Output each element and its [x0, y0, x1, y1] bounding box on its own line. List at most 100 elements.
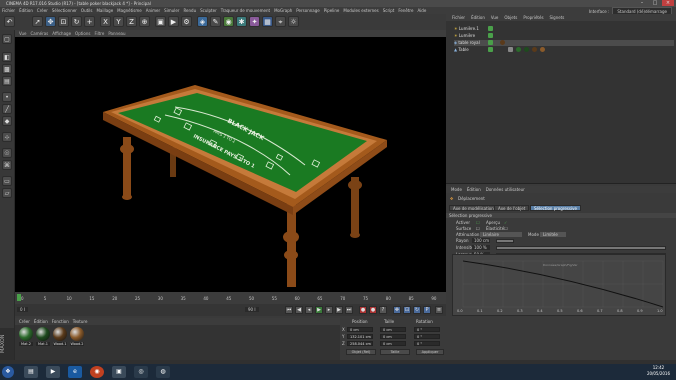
size-x-field[interactable]: 0 cm [380, 327, 406, 332]
visibility-icon[interactable] [488, 47, 493, 52]
key-param-icon[interactable]: P [423, 306, 431, 314]
object-menu-item[interactable]: Signets [550, 14, 565, 21]
array-icon[interactable]: ✱ [236, 16, 247, 27]
prev-frame-icon[interactable]: ◂ [305, 306, 313, 314]
end-frame-field[interactable]: 90 I [245, 307, 259, 312]
next-key-icon[interactable]: ▶ [335, 306, 343, 314]
material-swatch[interactable]: Mat.1 [36, 327, 50, 346]
media-player-icon[interactable]: ▶ [46, 366, 60, 378]
position-z-field[interactable]: 258.044 cm [347, 341, 373, 346]
prev-key-icon[interactable]: ◀ [295, 306, 303, 314]
object-menu-item[interactable]: Édition [471, 14, 485, 21]
menu-item[interactable]: Animer [146, 7, 160, 14]
viewport-menu-item[interactable]: Vue [19, 30, 26, 37]
visibility-icon[interactable] [488, 26, 493, 31]
material-menu-item[interactable]: Créer [19, 318, 30, 325]
key-rotation-icon[interactable]: ↻ [413, 306, 421, 314]
menu-item[interactable]: Édition [19, 7, 33, 14]
object-menu-item[interactable]: Vue [491, 14, 498, 21]
attribute-menu-item[interactable]: Données utilisateur [486, 186, 525, 193]
menu-item[interactable]: Créer [37, 7, 48, 14]
size-y-field[interactable]: 0 cm [380, 334, 406, 339]
strength-slider[interactable] [496, 246, 666, 250]
autokey-icon[interactable]: ● [369, 306, 377, 314]
material-tag-icon[interactable] [500, 40, 505, 45]
menu-item[interactable]: Sculpter [200, 7, 217, 14]
file-explorer-icon[interactable]: ▤ [24, 366, 38, 378]
minimize-icon[interactable]: – [636, 0, 648, 6]
menu-item[interactable]: Fenêtre [398, 7, 413, 14]
start-frame-field[interactable]: 0 I [17, 307, 28, 312]
object-row-light[interactable]: ☀ Lumière [454, 33, 674, 39]
texture-mode-icon[interactable]: ▩ [2, 64, 12, 74]
object-menu-item[interactable]: Fichier [452, 14, 465, 21]
object-row-light1[interactable]: ☀ Lumière.1 [454, 26, 674, 32]
radius-slider[interactable] [496, 239, 514, 243]
light-icon[interactable]: ☼ [288, 16, 299, 27]
key-position-icon[interactable]: ✥ [393, 306, 401, 314]
apply-button[interactable]: Appliquer [416, 349, 444, 355]
size-z-field[interactable]: 0 cm [380, 341, 406, 346]
axis-mode-icon[interactable]: ⊹ [2, 132, 12, 142]
pen-icon[interactable]: ✎ [210, 16, 221, 27]
attribute-menu-item[interactable]: Mode [451, 186, 462, 193]
workplane-icon[interactable]: ▤ [2, 76, 12, 86]
tweak-icon[interactable]: ☉ [2, 148, 12, 158]
scale-icon[interactable]: ⊡ [58, 16, 69, 27]
material-swatch[interactable]: Wood.1 [53, 327, 67, 346]
checkbox[interactable]: ☐ [504, 226, 508, 231]
coord-mode-select[interactable]: Objet (Rel) [346, 349, 376, 355]
move-icon[interactable]: ✥ [45, 16, 56, 27]
menu-item[interactable]: MoGraph [274, 7, 292, 14]
strength-field[interactable]: 100 % [472, 245, 490, 250]
coord-size-select[interactable]: Taille [380, 349, 410, 355]
planar-workplane-icon[interactable]: ▱ [2, 188, 12, 198]
material-menu-item[interactable]: Texture [73, 318, 88, 325]
steam-icon[interactable]: ◍ [156, 366, 170, 378]
tab-object-axis[interactable]: Axe de l'objet [494, 205, 530, 211]
timeline-menu-icon[interactable]: ≡ [435, 306, 443, 314]
falloff-select[interactable]: Linéaire [480, 232, 522, 237]
material-tag-icon[interactable] [540, 47, 545, 52]
menu-item[interactable]: Maillage [96, 7, 113, 14]
position-x-field[interactable]: 0 cm [347, 327, 373, 332]
next-frame-icon[interactable]: ▸ [325, 306, 333, 314]
checkbox[interactable]: ☐ [476, 226, 480, 231]
menu-item[interactable]: Traqueur de mouvement [221, 7, 270, 14]
make-editable-icon[interactable]: ▢ [2, 34, 12, 44]
browser-icon[interactable]: ◉ [90, 366, 104, 378]
checkbox[interactable]: ✓ [504, 220, 507, 225]
snap-icon[interactable]: ⌘ [2, 160, 12, 170]
cube-icon[interactable]: ◈ [197, 16, 208, 27]
menu-item[interactable]: Modules externes [343, 7, 378, 14]
play-icon[interactable]: ▶ [315, 306, 323, 314]
object-row-table-royal[interactable]: ◈ table royal [454, 40, 674, 46]
material-tag-icon[interactable] [516, 47, 521, 52]
visibility-icon[interactable] [488, 33, 493, 38]
polygons-mode-icon[interactable]: ◆ [2, 116, 12, 126]
menu-item[interactable]: Rendu [183, 7, 196, 14]
menu-item[interactable]: Sélectionner [52, 7, 77, 14]
go-end-icon[interactable]: ⏭ [345, 306, 353, 314]
key-selection-icon[interactable]: ? [379, 306, 387, 314]
material-menu-item[interactable]: Fonction [52, 318, 69, 325]
viewport-menu-item[interactable]: Filtre [94, 30, 104, 37]
viewport-menu-item[interactable]: Panneau [108, 30, 125, 37]
viewport-3d[interactable]: BLACK JACK PAYS 3 TO 2 INSURANCE PAYS 2 … [15, 37, 446, 292]
render-settings-icon[interactable]: ⚙ [181, 16, 192, 27]
attribute-menu-item[interactable]: Édition [467, 186, 481, 193]
edges-mode-icon[interactable]: ╱ [2, 104, 12, 114]
viewport-menu-item[interactable]: Affichage [52, 30, 71, 37]
lock-workplane-icon[interactable]: ▭ [2, 176, 12, 186]
record-icon[interactable]: ● [359, 306, 367, 314]
coordinate-system-icon[interactable]: ⊕ [139, 16, 150, 27]
position-y-field[interactable]: 132.101 cm [347, 334, 373, 339]
points-mode-icon[interactable]: • [2, 92, 12, 102]
close-icon[interactable]: × [662, 0, 674, 6]
folder-icon[interactable]: ▣ [112, 366, 126, 378]
timeline[interactable]: 0 5 10 15 20 25 30 35 40 45 50 55 60 65 70 75 80 85 90 [15, 292, 446, 304]
floor-icon[interactable]: ▦ [262, 16, 273, 27]
tab-modeling-axis[interactable]: Axe de modélisation [449, 205, 498, 211]
render-view-icon[interactable]: ▣ [155, 16, 166, 27]
material-tag-icon[interactable] [524, 47, 529, 52]
